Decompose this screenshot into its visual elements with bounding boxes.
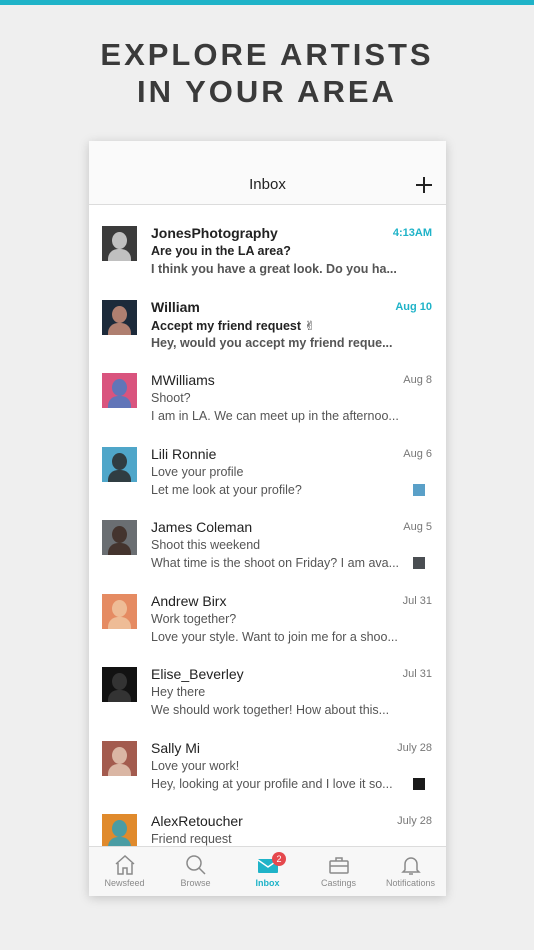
promo-headline: EXPLORE ARTISTS IN YOUR AREA	[0, 36, 534, 110]
message-sender: Andrew Birx	[151, 592, 227, 609]
message-preview: I think you have a great look. Do you ha…	[151, 262, 397, 276]
avatar-body	[108, 249, 131, 261]
avatar	[102, 446, 137, 482]
message-sender: Lili Ronnie	[151, 445, 217, 462]
message-preview: We should work together! How about this.…	[151, 703, 390, 717]
tab-label: Inbox	[255, 878, 280, 888]
avatar	[102, 373, 137, 408]
message-subject: Accept my friend request ✌	[151, 318, 315, 333]
avatar	[102, 520, 137, 555]
message-preview: Let me look at your profile?	[151, 482, 302, 497]
search-icon	[186, 855, 206, 875]
message-date: Aug 6	[403, 447, 432, 460]
tab-inbox[interactable]: Inbox	[232, 847, 303, 896]
avatar-face	[112, 746, 127, 764]
message-row[interactable]: Sally Mi Love your work! Hey, looking at y…	[89, 733, 446, 807]
avatar-face	[112, 526, 127, 543]
tab-castings[interactable]: Castings	[303, 847, 374, 896]
message-preview: Hey, looking at your profile and I love …	[151, 776, 393, 791]
message-subject: Work together?	[151, 611, 237, 626]
compose-plus-icon[interactable]	[414, 176, 434, 196]
tab-browse[interactable]: Browse	[160, 847, 231, 896]
message-preview: Love your style. Want to join me for a s…	[151, 629, 398, 644]
message-date: 4:13AM	[392, 227, 432, 239]
message-row[interactable]: MWilliams Shoot? I am in LA. We can meet u…	[89, 365, 446, 439]
phone-screen: Inbox JonesPhotography Are you in the LA …	[89, 141, 446, 896]
message-preview: What time is the shoot on Friday? I am a…	[151, 556, 400, 570]
briefcase-icon	[329, 857, 349, 874]
message-date: Aug 5	[403, 521, 432, 533]
message-row[interactable]: JonesPhotography Are you in the LA area? I…	[89, 218, 446, 292]
message-subject: Are you in the LA area?	[151, 244, 291, 258]
message-sender: Sally Mi	[151, 739, 201, 756]
avatar-body	[108, 616, 131, 629]
tab-label: Browse	[180, 878, 211, 888]
message-preview: Hey, would you accept my friend reque...	[151, 335, 393, 350]
tab-label: Notifications	[385, 878, 436, 888]
avatar-face	[112, 232, 127, 249]
avatar-face	[112, 673, 127, 690]
top-accent-bar	[0, 0, 534, 5]
tab-label: Castings	[320, 878, 356, 888]
avatar-face	[112, 820, 127, 837]
avatar-body	[108, 690, 131, 702]
avatar-face	[112, 452, 127, 470]
message-sender: Elise_Beverley	[151, 666, 244, 682]
avatar-face	[112, 379, 127, 396]
message-subject: Hey there	[151, 685, 206, 699]
message-list: JonesPhotography Are you in the LA area? I…	[89, 218, 446, 880]
tab-newsfeed[interactable]: Newsfeed	[89, 847, 160, 896]
message-date: Jul 31	[402, 594, 432, 607]
home-icon	[115, 854, 135, 875]
message-preview: I am in LA. We can meet up in the aftern…	[151, 409, 399, 423]
headline-line-1: EXPLORE ARTISTS	[100, 37, 434, 72]
avatar	[102, 593, 137, 629]
message-subject: Shoot this weekend	[151, 538, 261, 552]
avatar	[102, 667, 137, 702]
message-sender: AlexRetoucher	[151, 813, 243, 829]
message-sender: MWilliams	[151, 372, 215, 388]
message-date: Jul 31	[402, 668, 432, 680]
message-subject: Shoot?	[151, 391, 191, 405]
avatar-body	[108, 763, 131, 776]
attachment-thumbnail	[413, 483, 425, 496]
message-sender: William	[151, 298, 200, 315]
message-sender: James Coleman	[151, 519, 253, 535]
avatar	[102, 226, 137, 261]
attachment-thumbnail	[413, 557, 425, 569]
avatar-body	[108, 396, 131, 408]
inbox-header: Inbox	[89, 141, 446, 205]
message-date: Aug 8	[403, 374, 432, 386]
headline-line-2: IN YOUR AREA	[137, 74, 397, 109]
message-subject: Friend request	[151, 832, 232, 846]
message-date: July 28	[397, 741, 432, 754]
avatar-face	[112, 305, 127, 323]
page-title: Inbox	[249, 176, 286, 193]
message-subject: Love your work!	[151, 758, 240, 773]
avatar-body	[108, 543, 131, 555]
message-subject: Love your profile	[151, 464, 244, 479]
tab-label: Newsfeed	[104, 878, 145, 888]
avatar	[102, 740, 137, 776]
avatar-body	[108, 469, 131, 482]
avatar-face	[112, 599, 127, 617]
message-row[interactable]: William Accept my friend request ✌ Hey, wo…	[89, 292, 446, 366]
message-date: Aug 10	[395, 300, 432, 313]
avatar	[102, 299, 137, 335]
message-row[interactable]: Lili Ronnie Love your profile Let me look …	[89, 439, 446, 513]
message-sender: JonesPhotography	[151, 225, 278, 241]
tab-notifications[interactable]: Notifications	[375, 847, 446, 896]
message-row[interactable]: Elise_Beverley Hey there We should work to…	[89, 659, 446, 733]
avatar	[102, 814, 137, 849]
attachment-thumbnail	[413, 777, 425, 790]
bell-icon	[401, 857, 421, 875]
avatar-body	[108, 322, 131, 335]
message-row[interactable]: James Coleman Shoot this weekend What time…	[89, 512, 446, 586]
message-date: July 28	[397, 815, 432, 827]
message-row[interactable]: Andrew Birx Work together? Love your style…	[89, 586, 446, 660]
bottom-tab-bar: Newsfeed Browse Inbox Castings Notificat…	[89, 846, 446, 896]
inbox-unread-badge: 2	[272, 852, 286, 866]
